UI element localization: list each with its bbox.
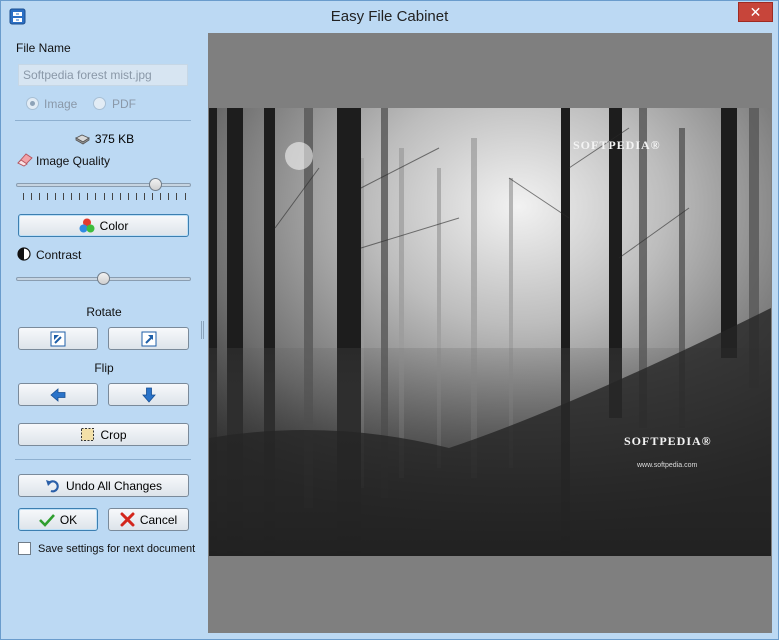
color-button[interactable]: Color [18, 214, 189, 237]
slider-tick [168, 193, 170, 200]
slider-tick [176, 193, 178, 200]
slider-tick [103, 193, 105, 200]
undo-all-changes-button[interactable]: Undo All Changes [18, 474, 189, 497]
slider-tick [38, 193, 40, 200]
pdf-radio[interactable] [93, 97, 106, 110]
color-circles-icon [79, 218, 95, 233]
watermark-url: www.softpedia.com [637, 462, 698, 469]
flip-label: Flip [94, 361, 114, 375]
grip-icon [201, 321, 204, 339]
image-quality-track[interactable] [16, 183, 191, 187]
undo-icon [45, 480, 59, 493]
slider-tick [54, 193, 56, 200]
crop-button[interactable]: Crop [18, 423, 189, 446]
slider-tick [160, 193, 162, 200]
title-bar[interactable]: Easy File Cabinet ✕ [1, 1, 778, 32]
save-settings-checkbox[interactable] [18, 542, 31, 555]
slider-tick [63, 193, 64, 200]
crop-button-label: Crop [100, 427, 127, 442]
image-radio-label: Image [44, 97, 78, 111]
flip-horizontal-button[interactable] [18, 383, 98, 406]
watermark-logo: SOFTPEDIA® [624, 434, 712, 448]
slider-tick [95, 193, 97, 200]
ok-button-label: OK [59, 512, 78, 527]
disk-icon [74, 134, 90, 144]
image-quality-slider[interactable] [148, 178, 162, 191]
cancel-button[interactable]: Cancel [108, 508, 189, 531]
slider-tick [46, 193, 48, 200]
image-preview-area: SOFTPEDIA® SOFTPEDIA® www.softpedia.com [208, 33, 772, 633]
slider-tick [79, 193, 81, 200]
close-button[interactable]: ✕ [738, 2, 773, 22]
arrow-left-icon [50, 387, 66, 402]
rotate-left-icon [50, 331, 66, 346]
image-quality-ticks [16, 193, 191, 201]
crop-icon [81, 428, 95, 441]
slider-tick [127, 193, 129, 200]
file-size: 375 KB [94, 132, 135, 146]
ok-button[interactable]: OK [18, 508, 98, 531]
slider-tick [152, 193, 154, 200]
slider-tick [184, 193, 186, 200]
slider-tick [119, 193, 121, 200]
preview-image: SOFTPEDIA® SOFTPEDIA® www.softpedia.com [209, 108, 771, 556]
slider-tick [22, 193, 24, 200]
rotate-left-button[interactable] [18, 327, 98, 350]
rotate-label: Rotate [86, 305, 122, 319]
separator [15, 459, 191, 460]
save-settings-label: Save settings for next document [38, 543, 196, 555]
forest-photo [209, 108, 771, 556]
contrast-label: Contrast [36, 248, 82, 262]
arrow-down-icon [141, 387, 156, 403]
cross-icon [120, 512, 135, 527]
file-size-row: 375 KB [9, 132, 199, 146]
color-button-label: Color [99, 218, 129, 233]
flip-vertical-button[interactable] [108, 383, 189, 406]
eraser-icon [17, 153, 33, 167]
rotate-right-button[interactable] [108, 327, 189, 350]
image-radio[interactable] [26, 97, 39, 110]
slider-tick [135, 193, 137, 200]
file-name-label: File Name [16, 41, 71, 55]
separator [15, 120, 191, 121]
contrast-icon [17, 247, 31, 261]
slider-tick [111, 193, 113, 200]
contrast-slider[interactable] [97, 272, 110, 285]
slider-tick [71, 193, 73, 200]
slider-tick [87, 193, 89, 200]
image-quality-label: Image Quality [36, 154, 111, 168]
window-title: Easy File Cabinet [330, 8, 449, 25]
watermark-logo: SOFTPEDIA® [573, 138, 661, 152]
checkmark-icon [38, 513, 55, 527]
rotate-right-icon [141, 331, 156, 346]
pdf-radio-label: PDF [112, 97, 136, 111]
slider-tick [30, 193, 32, 200]
undo-button-label: Undo All Changes [65, 478, 163, 493]
panel-splitter[interactable] [199, 33, 207, 633]
settings-panel: File Name Softpedia forest mist.jpg Imag… [9, 33, 199, 633]
file-name-field[interactable]: Softpedia forest mist.jpg [18, 64, 188, 86]
close-icon: ✕ [749, 4, 762, 20]
cancel-button-label: Cancel [139, 512, 178, 527]
app-window: Easy File Cabinet ✕ File Name Softpedia … [0, 0, 779, 640]
slider-tick [144, 193, 145, 200]
